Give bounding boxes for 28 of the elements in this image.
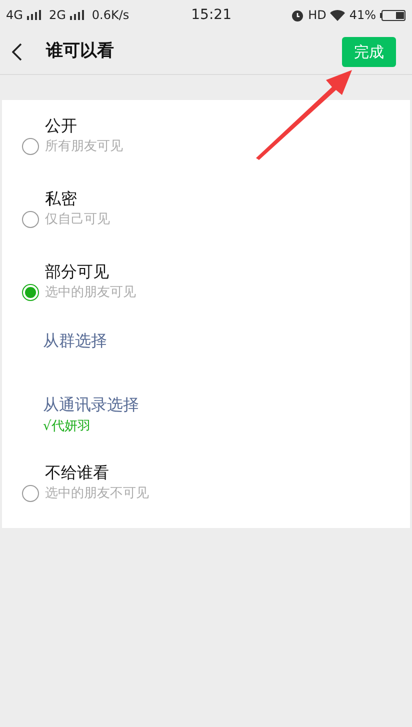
signal-icon [70, 10, 84, 20]
page-title: 谁可以看 [46, 40, 114, 64]
radio-button[interactable] [22, 211, 39, 228]
radio-button[interactable] [22, 485, 39, 502]
network-label: 4G [6, 7, 23, 24]
back-icon[interactable] [12, 43, 22, 61]
alarm-icon [291, 8, 304, 22]
battery-icon [380, 10, 406, 20]
option-label: 公开 [45, 114, 78, 136]
clock: 15:21 [191, 6, 232, 24]
option-label: 部分可见 [45, 260, 110, 282]
option-description: 选中的朋友不可见 [45, 484, 149, 502]
signal-icon [26, 10, 41, 20]
selected-contact: √代妍羽 [43, 418, 92, 436]
option-description: 所有朋友可见 [45, 138, 123, 156]
option-label: 不给谁看 [45, 462, 110, 484]
select-link[interactable]: 从群选择 [43, 329, 410, 353]
network-speed: 0.6K/s [92, 7, 130, 24]
option-description: 选中的朋友可见 [45, 284, 136, 302]
option-label: 私密 [45, 188, 78, 210]
battery-level: 41% [349, 7, 376, 24]
select-link[interactable]: 从通讯录选择 [43, 393, 410, 417]
radio-button[interactable] [22, 138, 39, 155]
hd-label: HD [308, 7, 326, 24]
radio-button[interactable] [22, 284, 39, 301]
network-label: 2G [48, 7, 66, 24]
option-description: 仅自己可见 [45, 210, 110, 228]
wifi-icon [330, 10, 346, 20]
